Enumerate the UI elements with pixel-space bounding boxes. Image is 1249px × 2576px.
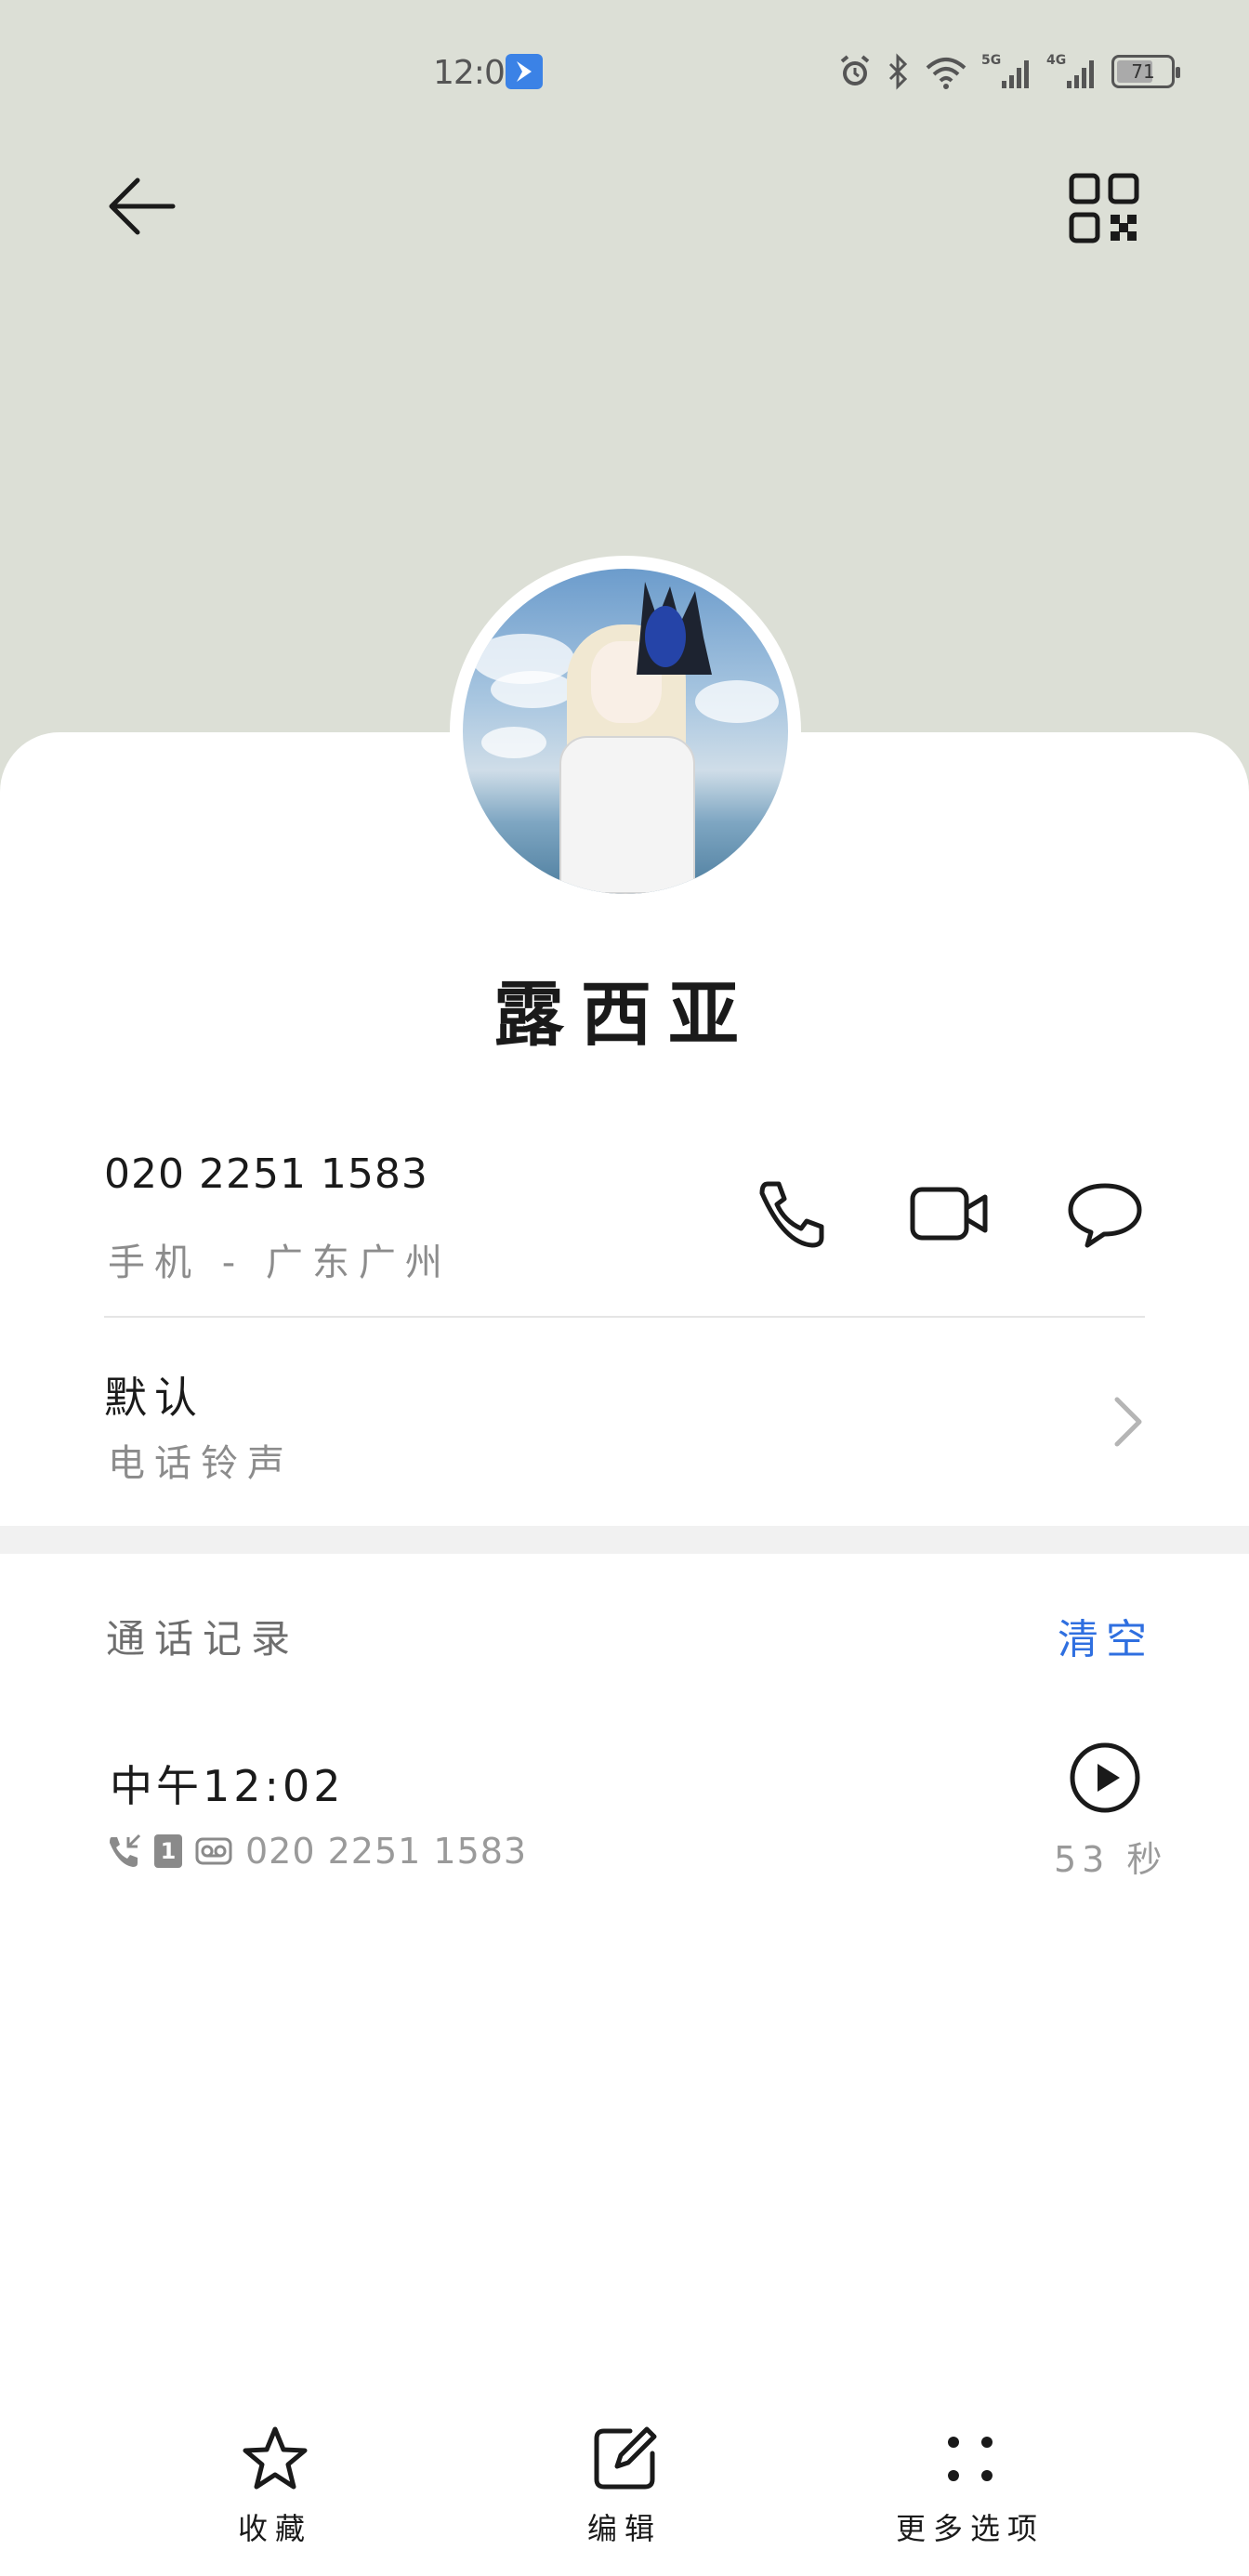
message-bubble-icon: [1068, 1183, 1142, 1248]
phone-type-location: 手机 - 广东广州: [108, 1242, 452, 1284]
play-recording-button[interactable]: [1069, 1741, 1141, 1814]
signal-4g-icon: 4G: [1046, 53, 1094, 88]
contact-avatar[interactable]: [450, 556, 801, 907]
edit-icon: [594, 2426, 657, 2490]
ringtone-row[interactable]: 默认 电话铃声: [0, 1318, 1249, 1524]
ringtone-label: 电话铃声: [108, 1442, 294, 1485]
call-duration: 53 秒: [1054, 1839, 1168, 1880]
back-button[interactable]: [104, 173, 178, 240]
ringtone-value: 默认: [104, 1373, 204, 1423]
qr-code-icon: [1069, 173, 1139, 243]
call-number: 020 2251 1583: [245, 1831, 528, 1872]
section-divider: [0, 1526, 1249, 1554]
sim-card-badge: 1: [154, 1834, 182, 1868]
voicemail-icon: [195, 1837, 232, 1865]
message-button[interactable]: [1067, 1180, 1143, 1249]
status-icons: 5G 4G 71: [836, 50, 1180, 93]
video-call-button[interactable]: [909, 1180, 989, 1247]
call-button[interactable]: [755, 1176, 829, 1251]
favorite-button[interactable]: 收藏: [164, 2398, 387, 2556]
phone-number[interactable]: 020 2251 1583: [104, 1150, 428, 1198]
video-camera-icon: [910, 1187, 988, 1241]
edit-button[interactable]: 编辑: [513, 2398, 736, 2556]
wifi-icon: [926, 58, 966, 89]
bottom-toolbar: 收藏 编辑 更多选项: [0, 2398, 1249, 2576]
call-details: 1 020 2251 1583: [106, 1831, 527, 1872]
incoming-call-icon: [110, 1833, 141, 1867]
svg-text:4G: 4G: [1046, 53, 1066, 68]
status-bar: 12:06 5G 4G 71: [0, 0, 1249, 139]
clear-call-log-button[interactable]: 清空: [1058, 1606, 1154, 1665]
svg-text:5G: 5G: [981, 53, 1001, 68]
call-log-entry[interactable]: 中午12:02 1 020 2251 1583 53 秒: [0, 1728, 1249, 1896]
call-time: 中午12:02: [110, 1761, 345, 1811]
more-options-button[interactable]: 更多选项: [859, 2398, 1082, 2556]
contact-name: 露西亚: [493, 973, 756, 1056]
more-dots-icon: [948, 2437, 993, 2481]
chevron-right-icon: [1114, 1397, 1142, 1447]
star-icon: [243, 2426, 308, 2490]
bluetooth-icon: [888, 53, 908, 90]
avatar-image: [463, 569, 788, 894]
signal-5g-icon: 5G: [981, 53, 1029, 88]
battery-icon: 71: [1111, 55, 1180, 88]
more-options-label: 更多选项: [895, 2511, 1045, 2546]
qr-code-button[interactable]: [1069, 173, 1139, 243]
battery-percent: 71: [1131, 60, 1155, 83]
play-icon: [1070, 1742, 1140, 1813]
arrow-left-icon: [109, 177, 176, 235]
edit-label: 编辑: [586, 2511, 662, 2546]
call-log-title: 通话记录: [106, 1616, 300, 1662]
favorite-label: 收藏: [237, 2511, 312, 2546]
app-notification-icon: [506, 54, 543, 89]
phone-icon: [759, 1181, 824, 1248]
alarm-icon: [840, 55, 870, 85]
